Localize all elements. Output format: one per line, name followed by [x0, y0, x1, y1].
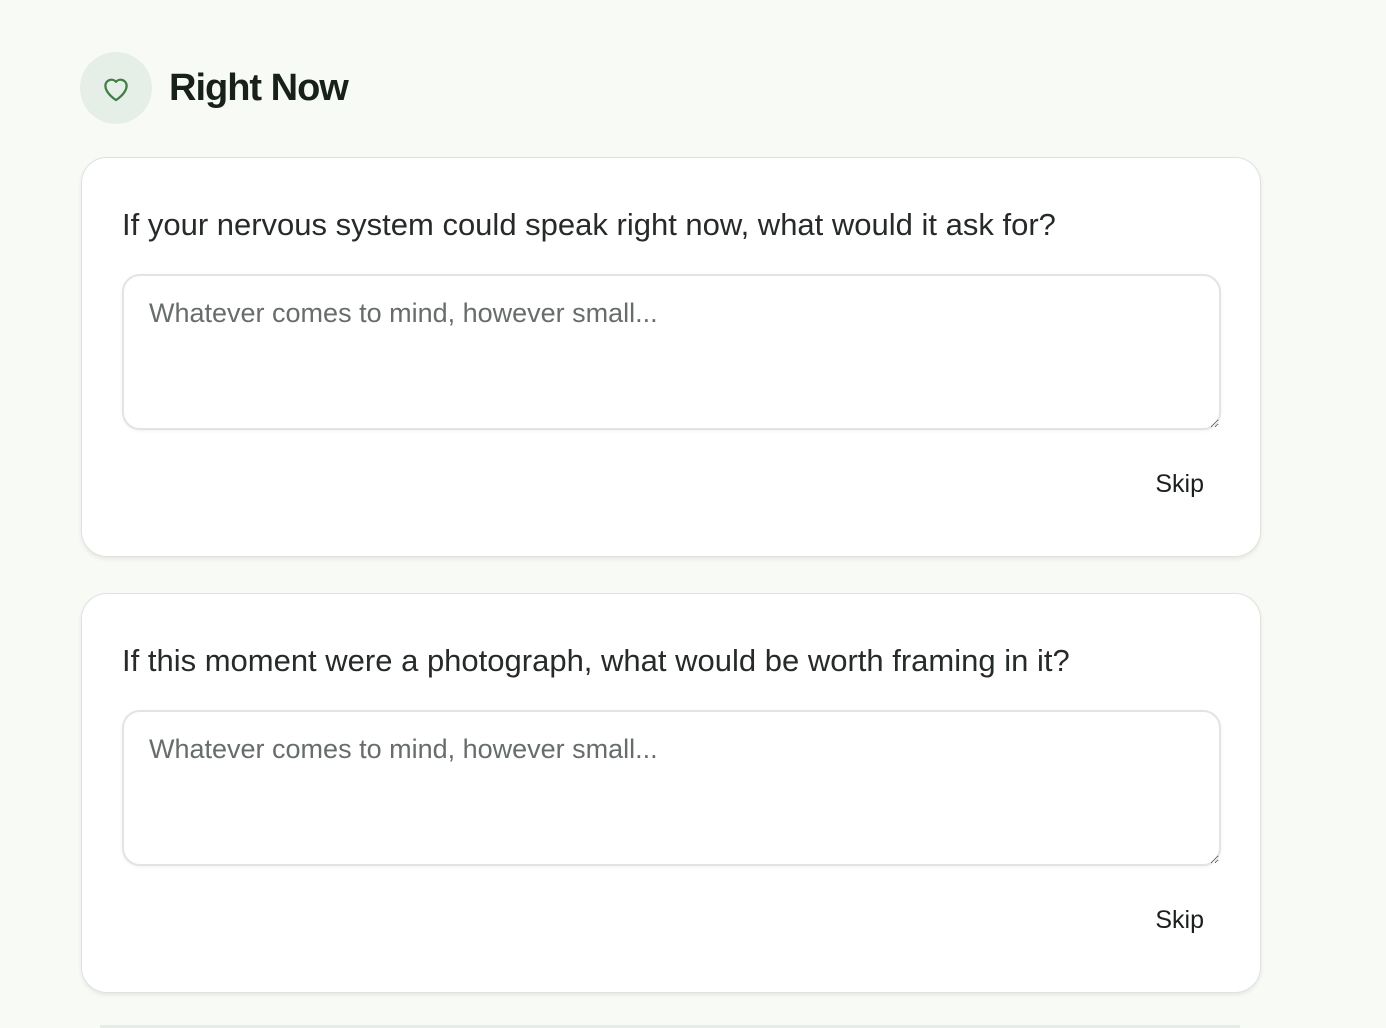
section-header: Right Now: [80, 52, 349, 124]
skip-button[interactable]: Skip: [1147, 904, 1212, 937]
answer-textarea[interactable]: [122, 710, 1221, 866]
prompt-question: If this moment were a photograph, what w…: [122, 643, 1070, 678]
skip-button[interactable]: Skip: [1147, 468, 1212, 501]
heart-icon: [80, 52, 152, 124]
prompt-card: If this moment were a photograph, what w…: [81, 593, 1261, 993]
section-title: Right Now: [169, 67, 349, 109]
prompt-card: If your nervous system could speak right…: [81, 157, 1261, 557]
prompt-question: If your nervous system could speak right…: [122, 207, 1056, 242]
answer-textarea[interactable]: [122, 274, 1221, 430]
